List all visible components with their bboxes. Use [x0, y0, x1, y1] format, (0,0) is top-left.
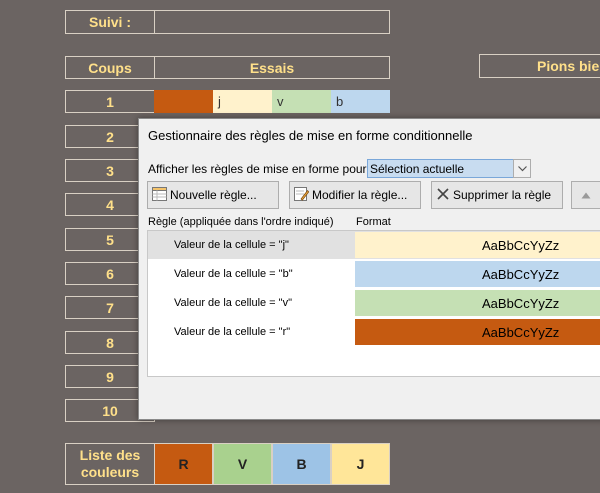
- row-number: 2: [106, 128, 114, 145]
- rule-format-preview: AaBbCcYyZz: [355, 319, 600, 345]
- try-cell-text: j: [218, 94, 221, 109]
- pions-header[interactable]: Pions bie: [479, 54, 600, 78]
- rule-row[interactable]: Valeur de la cellule = "b" AaBbCcYyZz: [148, 260, 600, 288]
- rule-row[interactable]: Valeur de la cellule = "r" AaBbCcYyZz: [148, 318, 600, 346]
- try-cell-3[interactable]: v: [272, 90, 331, 113]
- legend-letter: V: [237, 456, 248, 472]
- legend-color-j[interactable]: J: [331, 443, 390, 485]
- coups-header-text: Coups: [88, 59, 132, 76]
- arrow-up-icon: [581, 188, 591, 202]
- try-cell-2[interactable]: j: [213, 90, 272, 113]
- delete-rule-label: Supprimer la règle: [453, 188, 552, 202]
- delete-rule-button[interactable]: Supprimer la règle: [431, 181, 563, 209]
- edit-rule-icon: [294, 186, 310, 204]
- row-number: 6: [106, 265, 114, 282]
- suivi-label: Suivi :: [88, 14, 131, 30]
- new-rule-button[interactable]: Nouvelle règle...: [147, 181, 279, 209]
- edit-rule-button[interactable]: Modifier la règle...: [289, 181, 421, 209]
- rule-format-preview: AaBbCcYyZz: [355, 290, 600, 316]
- show-rules-select[interactable]: Sélection actuelle: [367, 159, 531, 178]
- row-number: 4: [106, 196, 114, 213]
- row-number: 8: [106, 334, 114, 351]
- try-cell-4[interactable]: b: [331, 90, 390, 113]
- rule-condition: Valeur de la cellule = "r": [174, 326, 291, 338]
- row-number: 7: [106, 299, 114, 316]
- show-rules-value: Sélection actuelle: [370, 162, 465, 176]
- legend-color-v[interactable]: V: [213, 443, 272, 485]
- rules-list: Valeur de la cellule = "j" AaBbCcYyZz Va…: [147, 230, 600, 377]
- new-rule-icon: [152, 186, 167, 204]
- suivi-label-cell[interactable]: Suivi :: [65, 10, 155, 34]
- show-rules-label: Afficher les règles de mise en forme pou…: [148, 162, 374, 176]
- suivi-value-cell[interactable]: [154, 10, 390, 34]
- essais-header[interactable]: Essais: [154, 56, 390, 79]
- essais-header-text: Essais: [249, 59, 295, 76]
- format-column-header: Format: [356, 216, 391, 228]
- row-number: 10: [102, 402, 118, 419]
- row-number: 9: [106, 368, 114, 385]
- rule-condition: Valeur de la cellule = "j": [174, 239, 289, 251]
- coups-header[interactable]: Coups: [65, 56, 155, 79]
- row-number-cell[interactable]: 1: [65, 90, 155, 113]
- legend-label-cell[interactable]: Liste des couleurs: [65, 443, 155, 485]
- rules-toolbar: Nouvelle règle... Modifier la règle... S…: [145, 181, 600, 211]
- delete-x-icon: [436, 187, 450, 204]
- legend-label-line2: couleurs: [80, 464, 140, 480]
- row-number: 1: [106, 93, 114, 110]
- legend-color-r[interactable]: R: [154, 443, 213, 485]
- try-cell-text: b: [336, 94, 344, 109]
- chevron-down-icon[interactable]: [513, 159, 531, 178]
- rule-column-header: Règle (appliquée dans l'ordre indiqué): [148, 216, 334, 228]
- row-number: 3: [106, 162, 114, 179]
- legend-letter: J: [356, 456, 365, 472]
- try-cell-text: v: [277, 94, 284, 109]
- row-number: 5: [106, 231, 114, 248]
- legend-color-b[interactable]: B: [272, 443, 331, 485]
- legend-label-line1: Liste des: [79, 447, 141, 463]
- legend-letter: R: [178, 456, 189, 472]
- try-cell-1[interactable]: [154, 90, 213, 113]
- move-up-button[interactable]: [571, 181, 600, 209]
- edit-rule-label: Modifier la règle...: [312, 188, 408, 202]
- new-rule-label: Nouvelle règle...: [170, 188, 257, 202]
- rule-row[interactable]: Valeur de la cellule = "v" AaBbCcYyZz: [148, 289, 600, 317]
- dialog-title: Gestionnaire des règles de mise en forme…: [148, 128, 473, 143]
- pions-header-text: Pions bie: [537, 58, 600, 74]
- conditional-formatting-dialog: Gestionnaire des règles de mise en forme…: [138, 118, 600, 420]
- legend-letter: B: [296, 456, 307, 472]
- rule-format-preview: AaBbCcYyZz: [355, 232, 600, 258]
- rule-condition: Valeur de la cellule = "v": [174, 297, 292, 309]
- rule-format-preview: AaBbCcYyZz: [355, 261, 600, 287]
- rule-condition: Valeur de la cellule = "b": [174, 268, 293, 280]
- rule-row[interactable]: Valeur de la cellule = "j" AaBbCcYyZz: [148, 231, 600, 259]
